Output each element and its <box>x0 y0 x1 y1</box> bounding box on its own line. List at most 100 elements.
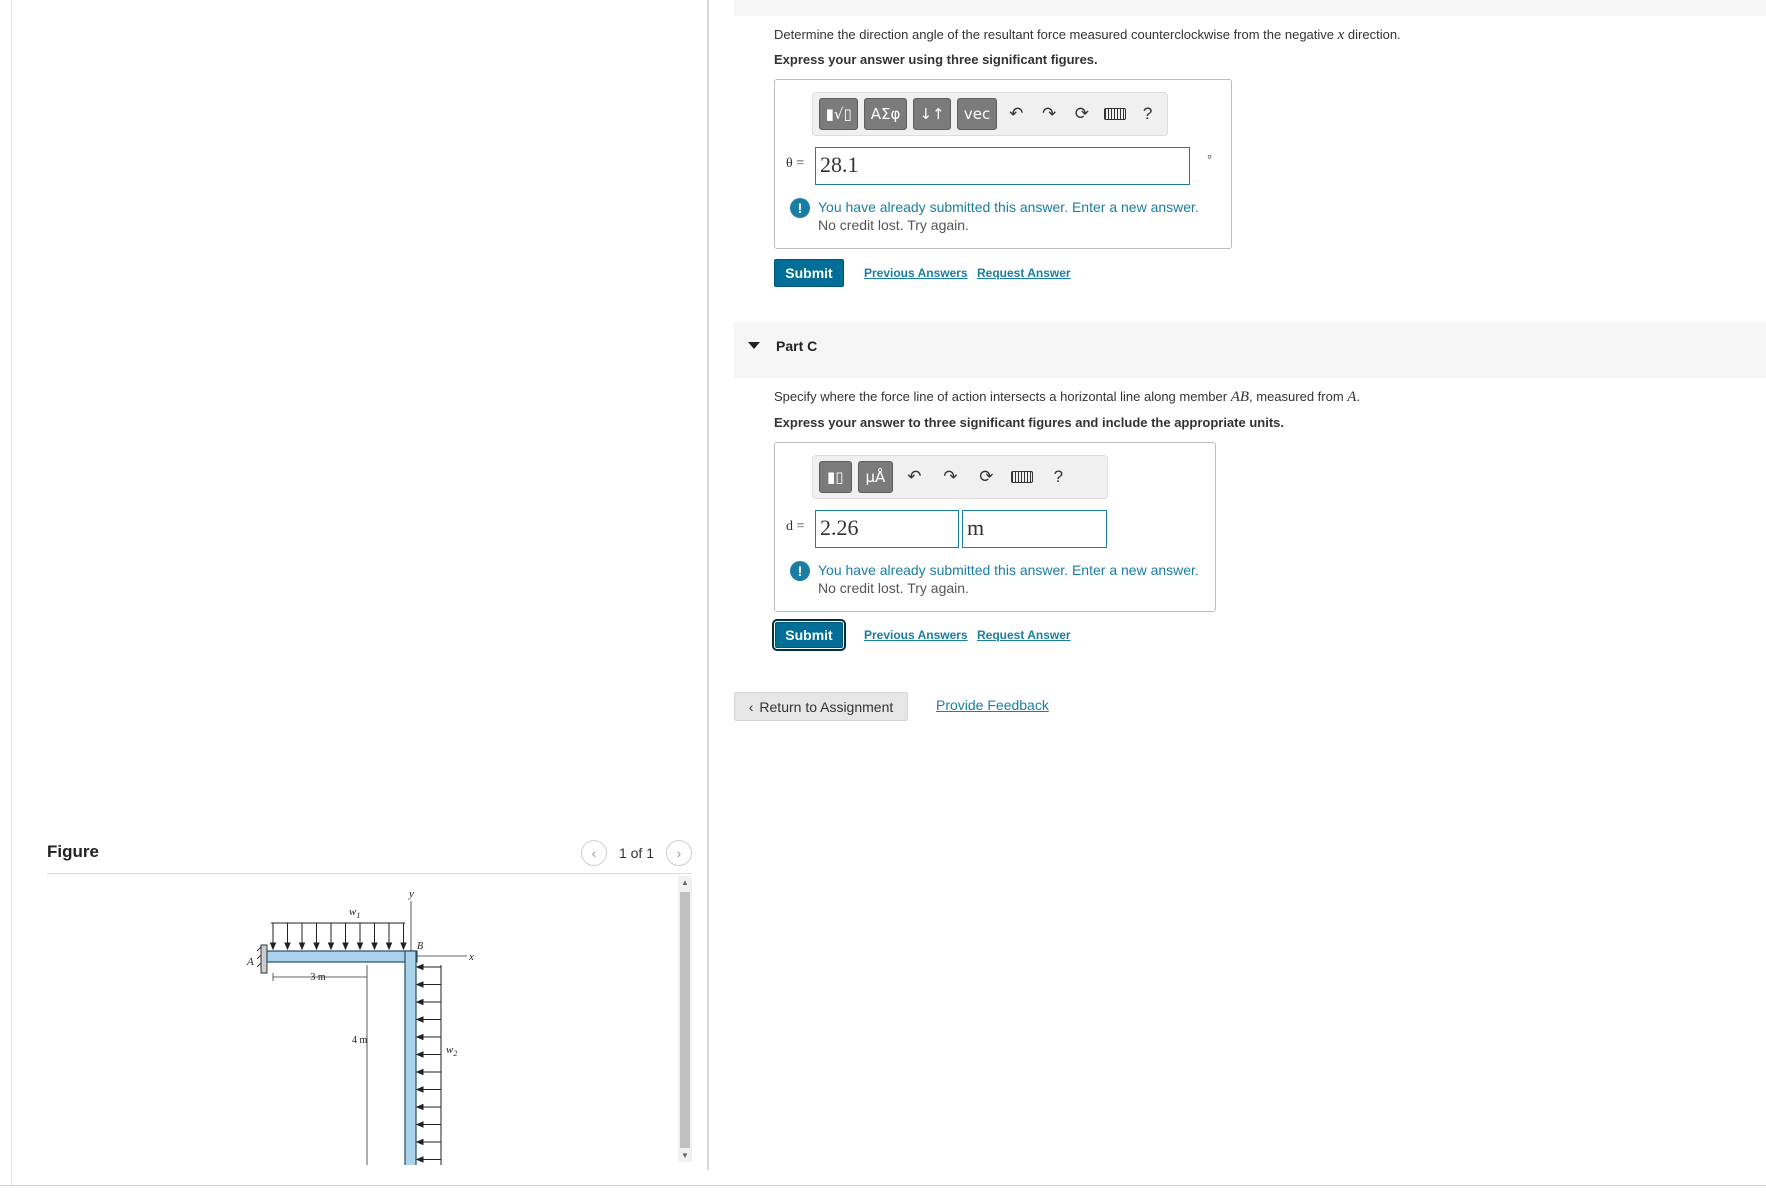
chevron-right-icon: › <box>676 845 682 861</box>
part-b-math-toolbar: ▮√▯ ΑΣφ ↓↑ vec ↶ ↷ ⟳ ? <box>812 92 1168 136</box>
notice-main-text: You have already submitted this answer. … <box>818 199 1199 215</box>
next-figure-button[interactable]: › <box>666 840 692 866</box>
vector-button[interactable]: vec <box>957 98 997 130</box>
figure-canvas: w1 w2 y x A B C 3 m 4 m <box>47 875 677 1203</box>
w2-load-arrowhead <box>415 1051 424 1058</box>
w2-load-arrowhead <box>415 1068 424 1076</box>
part-c-math-toolbar: ▮▯ μÅ ↶ ↷ ⟳ ? <box>812 455 1108 499</box>
member-bc <box>404 950 417 1203</box>
redo-icon[interactable]: ↷ <box>935 462 965 492</box>
w2-load-arrowhead <box>415 998 424 1006</box>
provide-feedback-link[interactable]: Provide Feedback <box>936 697 1049 713</box>
part-b-previous-answers-link[interactable]: Previous Answers <box>864 266 968 280</box>
keyboard-icon[interactable] <box>1101 99 1128 129</box>
footer-divider <box>0 1185 1766 1186</box>
w2-load-arrowhead <box>415 963 424 971</box>
w2-load-arrowhead <box>415 981 424 988</box>
units-button[interactable]: μÅ <box>857 461 894 493</box>
degree-unit: ° <box>1207 152 1213 167</box>
undo-icon[interactable]: ↶ <box>899 462 929 492</box>
part-c-title: Part C <box>776 338 818 354</box>
label-w2: w2 <box>446 1044 457 1058</box>
reset-icon[interactable]: ⟳ <box>1069 99 1096 129</box>
help-icon[interactable]: ? <box>1043 462 1073 492</box>
alert-icon: ! <box>790 561 810 581</box>
load-w2-arrows <box>415 963 442 1199</box>
part-c-prompt: Specify where the force line of action i… <box>774 389 1361 405</box>
left-edge-line <box>11 0 12 1185</box>
load-w1-arrows <box>269 922 407 951</box>
scrollbar-thumb[interactable] <box>680 892 690 1148</box>
keyboard-icon[interactable] <box>1007 462 1037 492</box>
label-b: B <box>417 941 423 952</box>
d-value-input[interactable]: 2.26 <box>815 510 959 548</box>
w2-load-arrowhead <box>415 1103 424 1111</box>
help-icon[interactable]: ? <box>1134 99 1161 129</box>
part-c-request-answer-link[interactable]: Request Answer <box>977 628 1071 642</box>
undo-icon[interactable]: ↶ <box>1003 99 1030 129</box>
part-b-notice: ! You have already submitted this answer… <box>790 198 1199 234</box>
reset-icon[interactable]: ⟳ <box>971 462 1001 492</box>
w1-load-arrowhead <box>342 942 349 951</box>
fixed-support-a <box>256 944 268 974</box>
part-c-instruction: Express your answer to three significant… <box>774 415 1284 430</box>
label-dim-3m: 3 m <box>310 972 326 983</box>
part-b-header-strip <box>734 0 1766 16</box>
w1-load-arrowhead <box>284 942 291 951</box>
w2-load-arrowhead <box>415 1033 424 1041</box>
label-y: y <box>408 888 414 900</box>
figure-page-indicator: 1 of 1 <box>618 845 654 861</box>
member-ab <box>266 950 418 963</box>
figure-pager: ‹ 1 of 1 › <box>580 840 692 866</box>
figure-scrollbar[interactable]: ▲ ▼ <box>678 876 692 1162</box>
part-b-request-answer-link[interactable]: Request Answer <box>977 266 1071 280</box>
chevron-left-icon: ‹ <box>748 698 754 715</box>
return-to-assignment-button[interactable]: ‹ Return to Assignment <box>734 692 908 721</box>
part-b-prompt: Determine the direction angle of the res… <box>774 27 1401 43</box>
previous-figure-button[interactable]: ‹ <box>580 840 607 866</box>
w1-load-arrowhead <box>327 942 335 951</box>
templates-button[interactable]: ▮√▯ <box>819 98 859 130</box>
w2-load-arrowhead <box>415 1086 424 1093</box>
w1-load-arrowhead <box>385 942 393 951</box>
label-x: x <box>468 951 474 963</box>
part-c-previous-answers-link[interactable]: Previous Answers <box>864 628 968 642</box>
w1-load-arrowhead <box>371 942 378 951</box>
pane-divider[interactable] <box>707 0 709 1170</box>
theta-label: θ = <box>786 156 805 171</box>
w2-load-arrowhead <box>415 1016 424 1023</box>
notice-main-text: You have already submitted this answer. … <box>818 562 1199 578</box>
return-to-assignment-label: Return to Assignment <box>759 698 894 715</box>
w1-load-arrowhead <box>400 942 407 951</box>
notice-sub-text: No credit lost. Try again. <box>818 217 969 233</box>
w2-load-arrowhead <box>415 1138 424 1146</box>
alert-icon: ! <box>790 198 810 218</box>
w1-load-arrowhead <box>313 942 320 951</box>
d-label: d = <box>786 519 805 534</box>
chevron-left-icon: ‹ <box>591 845 597 861</box>
part-b-instruction: Express your answer using three signific… <box>774 52 1098 67</box>
caret-down-icon <box>748 342 760 349</box>
w1-load-arrowhead <box>298 942 306 951</box>
scroll-up-arrow-icon[interactable]: ▲ <box>681 878 689 887</box>
redo-icon[interactable]: ↷ <box>1036 99 1063 129</box>
part-b-submit-button[interactable]: Submit <box>774 259 844 287</box>
notice-sub-text: No credit lost. Try again. <box>818 580 969 596</box>
templates-button[interactable]: ▮▯ <box>819 461 852 493</box>
w2-load-arrowhead <box>415 1121 424 1128</box>
part-c-header[interactable]: Part C <box>734 322 1766 378</box>
w1-load-arrowhead <box>356 942 364 951</box>
greek-symbols-button[interactable]: ΑΣφ <box>864 98 907 130</box>
figure-title: Figure <box>47 842 99 861</box>
part-c-notice: ! You have already submitted this answer… <box>790 561 1199 597</box>
part-c-submit-button[interactable]: Submit <box>772 619 846 651</box>
label-dim-4m: 4 m <box>352 1035 368 1046</box>
frame-diagram: w1 w2 y x A B C 3 m 4 m <box>246 888 474 1203</box>
figure-header: Figure ‹ 1 of 1 › <box>47 840 692 874</box>
label-w1: w1 <box>349 906 360 920</box>
d-unit-input[interactable]: m <box>962 510 1107 548</box>
theta-input[interactable]: 28.1 <box>815 147 1190 185</box>
arrows-button[interactable]: ↓↑ <box>912 98 952 130</box>
scroll-down-arrow-icon[interactable]: ▼ <box>681 1151 689 1160</box>
w1-load-arrowhead <box>269 942 277 951</box>
